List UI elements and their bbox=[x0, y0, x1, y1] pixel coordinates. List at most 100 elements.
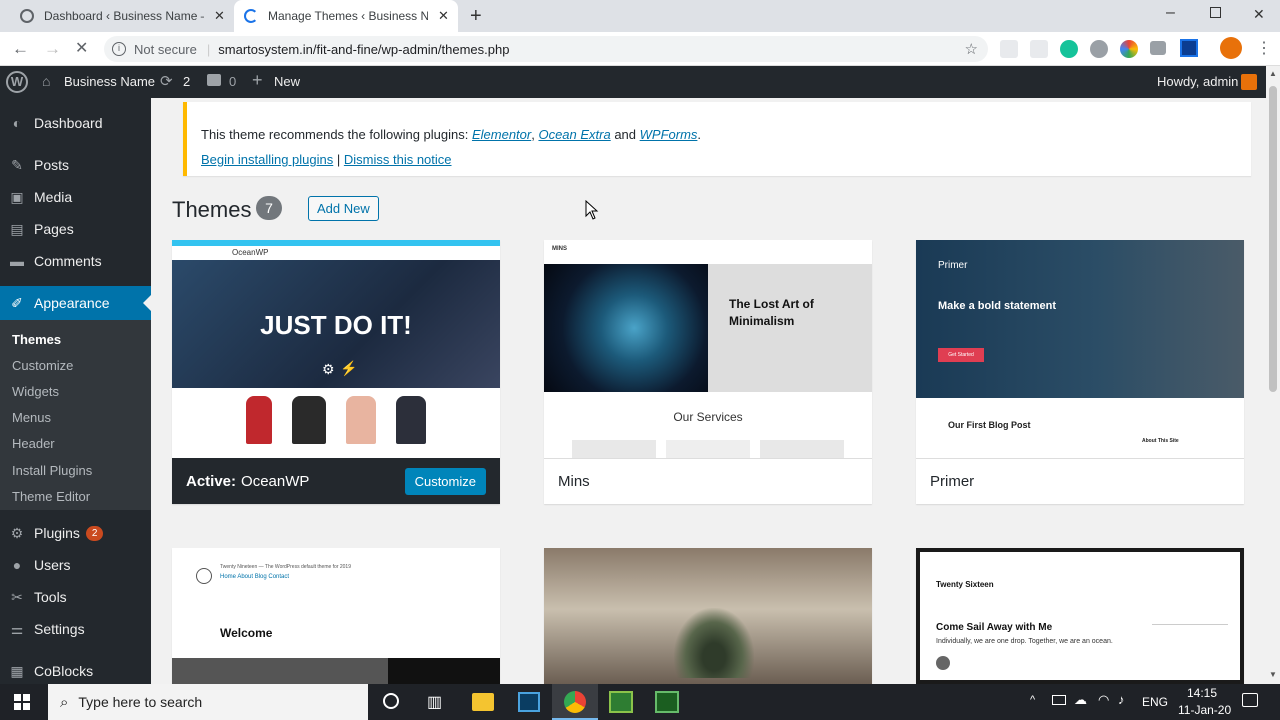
post-title: Come Sail Away with Me bbox=[936, 622, 1053, 633]
clock-time[interactable]: 14:15 bbox=[1187, 686, 1217, 700]
extension-icon[interactable] bbox=[1180, 39, 1198, 57]
loading-spinner-icon bbox=[244, 9, 258, 23]
extension-icon[interactable] bbox=[1000, 40, 1018, 58]
page-scrollbar[interactable]: ▲ ▼ bbox=[1266, 66, 1280, 684]
extension-icon[interactable] bbox=[1030, 40, 1048, 58]
scroll-up-icon[interactable]: ▲ bbox=[1269, 69, 1277, 78]
back-icon[interactable]: ← bbox=[12, 39, 29, 59]
language-indicator[interactable]: ENG bbox=[1142, 695, 1168, 709]
task-view-icon[interactable]: ▥ bbox=[427, 692, 442, 712]
sidebar-item-settings[interactable]: ⚌ Settings bbox=[0, 612, 151, 646]
updates-count[interactable]: 2 bbox=[183, 74, 190, 89]
site-name-link[interactable]: Business Name bbox=[64, 74, 155, 89]
sidebar-item-pages[interactable]: ▤ Pages bbox=[0, 212, 151, 246]
services-heading: Our Services bbox=[673, 410, 743, 424]
theme-card-primer[interactable]: Primer Make a bold statement Get Started… bbox=[916, 240, 1244, 504]
extension-icon[interactable] bbox=[1090, 40, 1108, 58]
sidebar-item-label: Appearance bbox=[34, 295, 110, 311]
updates-icon[interactable]: ⟳ bbox=[160, 72, 173, 90]
submenu-install-plugins[interactable]: Install Plugins bbox=[12, 463, 92, 478]
browser-menu-icon[interactable]: ⋮ bbox=[1256, 38, 1272, 58]
scroll-down-icon[interactable]: ▼ bbox=[1269, 670, 1277, 679]
elementor-link[interactable]: Elementor bbox=[472, 127, 531, 142]
close-window-icon[interactable]: ✕ bbox=[1253, 6, 1265, 23]
add-new-theme-button[interactable]: Add New bbox=[308, 196, 379, 221]
theme-card-twenty-nineteen[interactable]: Twenty Nineteen — The WordPress default … bbox=[172, 548, 500, 684]
wp-admin-bar: W ⌂ Business Name ⟳ 2 0 + New Howdy, adm… bbox=[0, 66, 1266, 98]
stop-loading-icon[interactable]: ✕ bbox=[75, 38, 88, 58]
minimize-icon[interactable]: – bbox=[1166, 4, 1175, 22]
comments-icon[interactable] bbox=[207, 74, 221, 86]
info-icon[interactable]: i bbox=[112, 42, 126, 56]
file-explorer-icon[interactable] bbox=[472, 693, 494, 711]
cortana-icon[interactable] bbox=[383, 693, 399, 709]
taskbar-search-box[interactable]: ⌕ Type here to search bbox=[48, 684, 368, 720]
theme-card-oceanwp[interactable]: OceanWP JUST DO IT! ⚙ ⚡ Active: OceanWP … bbox=[172, 240, 500, 504]
theme-card-mins[interactable]: MINS The Lost Art of Minimalism Our Serv… bbox=[544, 240, 872, 504]
comments-count[interactable]: 0 bbox=[229, 74, 236, 89]
theme-footer: Primer bbox=[916, 458, 1244, 504]
howdy-user[interactable]: Howdy, admin bbox=[1157, 74, 1238, 89]
customize-button[interactable]: Customize bbox=[404, 468, 486, 495]
submenu-theme-editor[interactable]: Theme Editor bbox=[12, 489, 90, 504]
color-picker-icon[interactable] bbox=[1120, 40, 1138, 58]
submenu-header[interactable]: Header bbox=[12, 436, 55, 451]
close-tab-icon[interactable]: ✕ bbox=[214, 8, 225, 24]
sidebar-item-dashboard[interactable]: ◐ Dashboard bbox=[0, 106, 151, 140]
comments-icon: ▬ bbox=[10, 253, 24, 269]
theme-card-twenty-sixteen[interactable]: Twenty Sixteen Come Sail Away with Me In… bbox=[916, 548, 1244, 684]
profile-avatar[interactable] bbox=[1220, 37, 1242, 59]
grammarly-icon[interactable] bbox=[1060, 40, 1078, 58]
main-content: This theme recommends the following plug… bbox=[151, 98, 1266, 684]
close-tab-icon[interactable]: ✕ bbox=[438, 8, 449, 24]
scrollbar-thumb[interactable] bbox=[1269, 86, 1277, 392]
address-bar[interactable]: i Not secure | smartosystem.in/fit-and-f… bbox=[104, 36, 988, 62]
theme-name: Mins bbox=[558, 473, 590, 490]
sidebar-item-coblocks[interactable]: ▦ CoBlocks bbox=[0, 654, 151, 688]
bookmark-star-icon[interactable]: ☆ bbox=[965, 40, 978, 58]
show-hidden-icons[interactable]: ^ bbox=[1030, 694, 1035, 706]
dismiss-notice-link[interactable]: Dismiss this notice bbox=[344, 152, 452, 167]
maximize-icon[interactable] bbox=[1210, 7, 1221, 18]
sidebar-widget-title: About This Site bbox=[1142, 438, 1179, 444]
wordpress-logo-icon[interactable]: W bbox=[6, 71, 28, 93]
windows-start-icon[interactable] bbox=[14, 694, 30, 710]
camera-icon[interactable] bbox=[1150, 41, 1166, 55]
sidebar-item-users[interactable]: ● Users bbox=[0, 548, 151, 582]
sidebar-item-media[interactable]: ▣ Media bbox=[0, 180, 151, 214]
notifications-icon[interactable] bbox=[1242, 693, 1258, 707]
wpforms-link[interactable]: WPForms bbox=[640, 127, 698, 142]
theme-hero-text: JUST DO IT! bbox=[260, 310, 412, 340]
sidebar-item-comments[interactable]: ▬ Comments bbox=[0, 244, 151, 278]
browser-tab-dashboard[interactable]: Dashboard ‹ Business Name — W ✕ bbox=[10, 0, 232, 32]
sidebar-item-tools[interactable]: ✂ Tools bbox=[0, 580, 151, 614]
onedrive-icon[interactable]: ☁ bbox=[1074, 692, 1087, 708]
begin-installing-link[interactable]: Begin installing plugins bbox=[201, 152, 333, 167]
submenu-menus[interactable]: Menus bbox=[12, 410, 51, 425]
submenu-customize[interactable]: Customize bbox=[12, 358, 73, 373]
notice-pipe: | bbox=[333, 152, 344, 167]
browser-tab-themes[interactable]: Manage Themes ‹ Business Nam ✕ bbox=[234, 0, 458, 32]
camtasia-recorder-icon[interactable] bbox=[655, 691, 679, 713]
battery-icon[interactable] bbox=[1052, 695, 1066, 705]
new-content-link[interactable]: New bbox=[274, 74, 300, 89]
theme-card-plant[interactable] bbox=[544, 548, 872, 684]
service-image bbox=[572, 440, 656, 458]
submenu-widgets[interactable]: Widgets bbox=[12, 384, 59, 399]
camtasia-icon[interactable] bbox=[609, 691, 633, 713]
sidebar-item-plugins[interactable]: ⚙ Plugins 2 bbox=[0, 516, 151, 550]
volume-icon[interactable]: ♪ bbox=[1118, 692, 1125, 707]
plus-icon[interactable]: + bbox=[252, 70, 263, 91]
user-avatar[interactable] bbox=[1241, 74, 1257, 90]
wifi-icon[interactable]: ◠ bbox=[1098, 692, 1109, 708]
sidebar-item-appearance[interactable]: ✐ Appearance bbox=[0, 286, 151, 320]
submenu-themes[interactable]: Themes bbox=[12, 332, 61, 347]
windows-taskbar: ⌕ Type here to search ▥ ^ ☁ ◠ ♪ ENG 14:1… bbox=[0, 684, 1280, 720]
new-tab-icon[interactable]: + bbox=[470, 5, 482, 28]
sidebar-item-posts[interactable]: ✎ Posts bbox=[0, 148, 151, 182]
clock-date[interactable]: 11-Jan-20 bbox=[1178, 703, 1231, 717]
theme-nav: Home About Blog Contact bbox=[220, 574, 290, 580]
app-icon[interactable] bbox=[518, 692, 540, 712]
forward-icon[interactable]: → bbox=[44, 39, 61, 59]
ocean-extra-link[interactable]: Ocean Extra bbox=[538, 127, 610, 142]
